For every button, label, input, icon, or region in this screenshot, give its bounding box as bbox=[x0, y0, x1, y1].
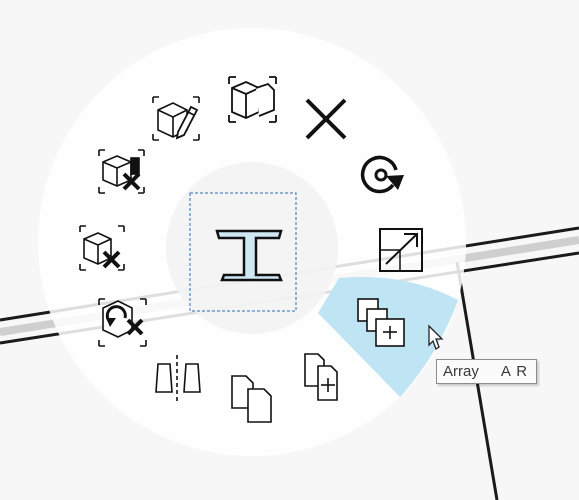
tooltip-shortcut: A R bbox=[500, 363, 529, 380]
tooltip-label: Array bbox=[443, 363, 479, 380]
drawing-canvas[interactable] bbox=[0, 0, 579, 500]
array-tooltip: Array A R bbox=[436, 359, 537, 384]
